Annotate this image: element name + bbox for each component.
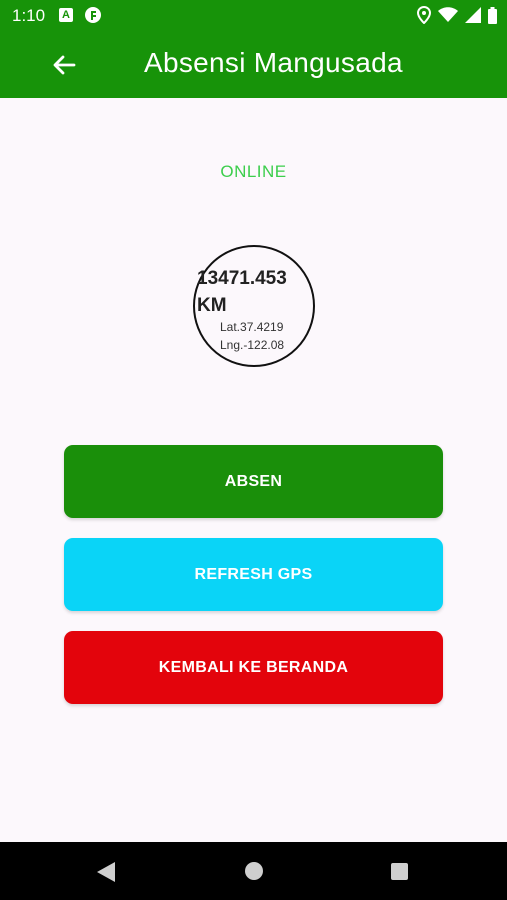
- distance-value: 13471.453 KM: [197, 268, 287, 316]
- absen-button[interactable]: ABSEN: [64, 445, 443, 518]
- back-triangle-icon[interactable]: [97, 862, 115, 887]
- recents-square-icon[interactable]: [391, 863, 408, 880]
- status-bar: 1:10 A: [0, 0, 507, 32]
- refresh-gps-button[interactable]: REFRESH GPS: [64, 538, 443, 611]
- battery-icon: [488, 6, 497, 29]
- latitude-text: Lat.37.4219: [220, 320, 284, 334]
- status-time: 1:10: [12, 6, 46, 25]
- status-icons: [416, 5, 497, 29]
- back-to-home-button[interactable]: KEMBALI KE BERANDA: [64, 631, 443, 704]
- signal-icon: [465, 7, 481, 28]
- page-title: Absensi Mangusada: [144, 47, 403, 78]
- back-arrow-icon[interactable]: [48, 49, 80, 81]
- home-circle-icon[interactable]: [245, 862, 263, 880]
- a-notification-icon: A: [59, 8, 73, 22]
- longitude-text: Lng.-122.08: [220, 338, 285, 352]
- navigation-bar: [0, 842, 507, 900]
- distance-circle: 13471.453 KM Lat.37.4219 Lng.-122.08: [193, 245, 315, 367]
- location-icon: [416, 5, 432, 29]
- app-bar: Absensi Mangusada: [0, 32, 507, 98]
- f-notification-icon: [84, 6, 102, 29]
- connection-status: ONLINE: [220, 162, 287, 181]
- wifi-icon: [438, 7, 458, 28]
